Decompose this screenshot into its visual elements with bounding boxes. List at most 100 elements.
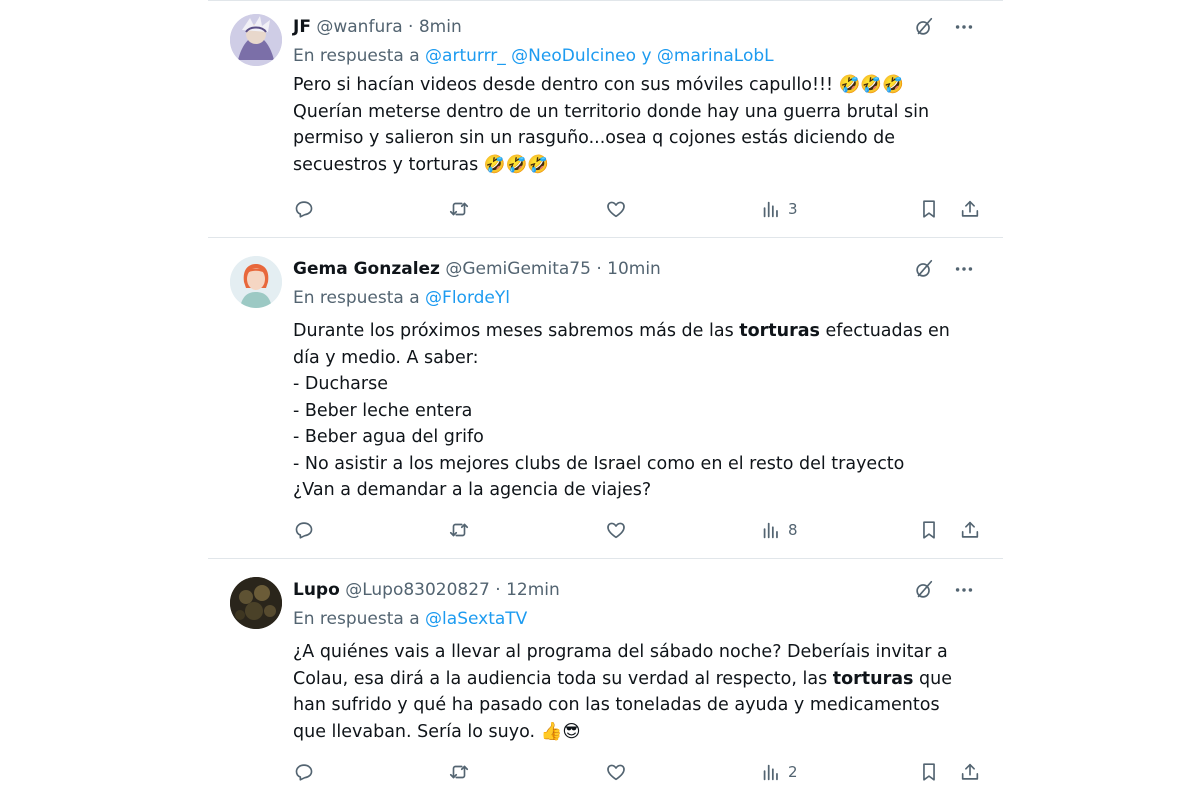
tweet-text: Durante los próximos meses sabremos más …: [293, 318, 993, 504]
like-icon: [605, 519, 627, 541]
retweet-button[interactable]: [448, 759, 470, 785]
reply-conjunction: y: [641, 46, 652, 66]
author-handle[interactable]: @GemiGemita75: [445, 259, 591, 279]
bookmark-button[interactable]: [918, 759, 940, 785]
views-count: 8: [788, 521, 798, 539]
retweet-icon: [448, 761, 470, 783]
tweet-actions: 2: [285, 759, 985, 785]
tweet-line: Querían meterse dentro de un territorio …: [293, 101, 930, 122]
more-icon[interactable]: [953, 258, 975, 280]
top-divider: [208, 0, 1003, 1]
reply-prefix: En respuesta a: [293, 609, 420, 629]
author-name[interactable]: Lupo: [293, 580, 340, 600]
mention-link[interactable]: @FlordeYl: [425, 288, 510, 308]
mention-link[interactable]: @marinaLobL: [657, 46, 774, 66]
author-handle[interactable]: @Lupo83020827: [345, 580, 490, 600]
tweet-text: Pero si hacían videos desde dentro con s…: [293, 72, 993, 178]
reply-button[interactable]: [293, 759, 315, 785]
tweet-line: Pero si hacían videos desde dentro con s…: [293, 75, 904, 95]
time-separator: ·: [495, 580, 501, 600]
views-button[interactable]: 8: [760, 517, 798, 543]
share-icon: [959, 519, 981, 541]
bold-keyword: torturas: [832, 668, 914, 689]
mention-link[interactable]: @NeoDulcineo: [511, 46, 636, 66]
avatar[interactable]: [230, 14, 282, 66]
tweet-text: ¿A quiénes vais a llevar al programa del…: [293, 639, 993, 745]
grok-icon[interactable]: [913, 579, 935, 601]
more-icon[interactable]: [953, 579, 975, 601]
like-icon: [605, 198, 627, 220]
text-segment: efectuadas en: [819, 321, 950, 341]
like-button[interactable]: [605, 759, 627, 785]
tweet-line: que llevaban. Sería lo suyo. 👍😎: [293, 721, 581, 742]
share-button[interactable]: [959, 759, 981, 785]
tweet-time[interactable]: 12min: [506, 580, 560, 600]
reply-context: En respuesta a @arturrr_ @NeoDulcineo y …: [293, 44, 993, 68]
reply-icon: [293, 761, 315, 783]
views-count: 2: [788, 763, 798, 781]
text-segment: que: [913, 668, 952, 689]
text-segment: Durante los próximos meses sabremos más …: [293, 321, 740, 341]
tweet-actions: 3: [285, 196, 985, 222]
tweet-line: ¿A quiénes vais a llevar al programa del…: [293, 642, 948, 662]
retweet-icon: [448, 519, 470, 541]
reply-icon: [293, 519, 315, 541]
share-button[interactable]: [959, 196, 981, 222]
views-icon: [760, 198, 782, 220]
bookmark-icon: [918, 519, 940, 541]
avatar[interactable]: [230, 577, 282, 629]
views-button[interactable]: 3: [760, 196, 798, 222]
tweet-line: han sufrido y qué ha pasado con las tone…: [293, 695, 940, 715]
tweet-time[interactable]: 8min: [419, 17, 462, 37]
tweet-line: - No asistir a los mejores clubs de Isra…: [293, 453, 905, 474]
reply-icon: [293, 198, 315, 220]
retweet-icon: [448, 198, 470, 220]
tweet-line: día y medio. A saber:: [293, 347, 479, 368]
grok-icon[interactable]: [913, 16, 935, 38]
share-icon: [959, 198, 981, 220]
tweet-time[interactable]: 10min: [607, 259, 661, 279]
tweet-actions: 8: [285, 517, 985, 543]
bold-keyword: torturas: [739, 321, 820, 341]
views-button[interactable]: 2: [760, 759, 798, 785]
bookmark-icon: [918, 198, 940, 220]
avatar[interactable]: [230, 256, 282, 308]
reply-button[interactable]: [293, 196, 315, 222]
mention-link[interactable]: @arturrr_: [425, 46, 506, 66]
bookmark-icon: [918, 761, 940, 783]
retweet-button[interactable]: [448, 517, 470, 543]
views-icon: [760, 519, 782, 541]
tweet-line: - Beber agua del grifo: [293, 427, 484, 447]
more-icon[interactable]: [953, 16, 975, 38]
mention-link[interactable]: @laSextaTV: [425, 609, 527, 629]
author-handle[interactable]: @wanfura: [316, 17, 402, 37]
like-icon: [605, 761, 627, 783]
reply-context: En respuesta a @FlordeYl: [293, 286, 993, 310]
author-name[interactable]: JF: [293, 17, 311, 37]
grok-icon[interactable]: [913, 258, 935, 280]
reply-prefix: En respuesta a: [293, 46, 420, 66]
views-count: 3: [788, 200, 798, 218]
tweet-line: secuestros y torturas 🤣🤣🤣: [293, 154, 550, 175]
text-segment: Colau, esa dirá a la audiencia toda su v…: [293, 668, 833, 689]
tweet-divider: [208, 558, 1003, 559]
author-name[interactable]: Gema Gonzalez: [293, 259, 440, 279]
tweet-line: - Beber leche entera: [293, 400, 473, 421]
retweet-button[interactable]: [448, 196, 470, 222]
reply-prefix: En respuesta a: [293, 288, 420, 308]
views-icon: [760, 761, 782, 783]
like-button[interactable]: [605, 517, 627, 543]
reply-context: En respuesta a @laSextaTV: [293, 607, 993, 631]
reply-button[interactable]: [293, 517, 315, 543]
bookmark-button[interactable]: [918, 196, 940, 222]
tweet-line: permiso y salieron sin un rasguño...osea…: [293, 128, 895, 148]
tweet-header: Gema Gonzalez @GemiGemita75 · 10min: [293, 256, 993, 282]
like-button[interactable]: [605, 196, 627, 222]
share-button[interactable]: [959, 517, 981, 543]
tweet-line: ¿Van a demandar a la agencia de viajes?: [293, 480, 652, 500]
tweet-header: JF @wanfura · 8min: [293, 14, 993, 40]
bookmark-button[interactable]: [918, 517, 940, 543]
tweet-line: Colau, esa dirá a la audiencia toda su v…: [293, 666, 993, 693]
tweet-header: Lupo @Lupo83020827 · 12min: [293, 577, 993, 603]
tweet-line: - Ducharse: [293, 374, 388, 394]
